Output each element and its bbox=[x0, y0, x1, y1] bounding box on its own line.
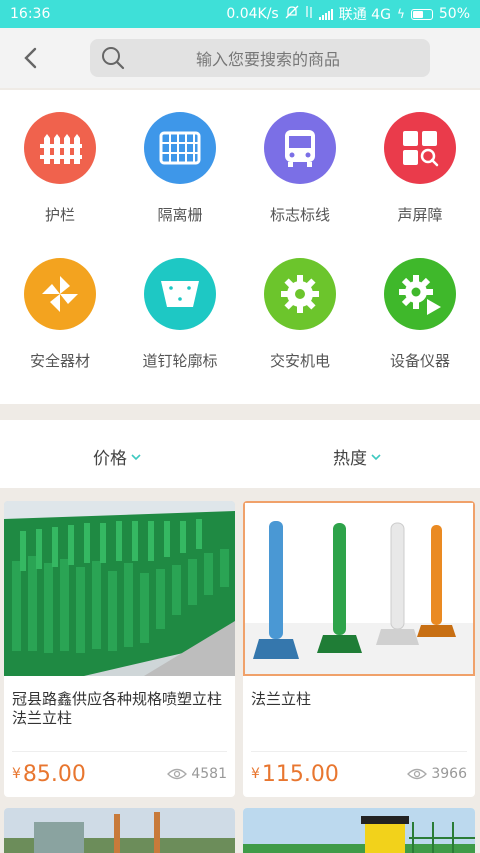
eye-icon bbox=[407, 768, 428, 780]
chevron-down-icon bbox=[371, 453, 381, 460]
product-image bbox=[4, 501, 235, 676]
product-image bbox=[243, 808, 475, 853]
category-traffic-electromech[interactable]: 交安机电 bbox=[240, 258, 360, 371]
fence-icon bbox=[24, 112, 96, 184]
bus-icon bbox=[264, 112, 336, 184]
view-count-value: 3966 bbox=[431, 766, 467, 782]
road-stud-icon bbox=[144, 258, 216, 330]
view-count: 4581 bbox=[167, 766, 227, 782]
search-icon bbox=[90, 45, 136, 71]
search-placeholder: 输入您要搜索的商品 bbox=[195, 50, 340, 69]
category-label: 交安机电 bbox=[269, 352, 330, 370]
category-sound-barrier[interactable]: 声屏障 bbox=[360, 112, 480, 225]
battery-icon bbox=[410, 8, 433, 20]
battery-percent: 50% bbox=[438, 6, 470, 22]
product-image bbox=[243, 501, 475, 676]
category-label: 标志标线 bbox=[269, 206, 330, 224]
back-button[interactable] bbox=[0, 28, 60, 88]
category-guardrail[interactable]: 护栏 bbox=[0, 112, 120, 225]
category-safety-equipment[interactable]: 安全器材 bbox=[0, 258, 120, 371]
sort-bar: 价格 热度 bbox=[0, 420, 480, 488]
chevron-left-icon bbox=[24, 47, 37, 69]
category-isolation-fence[interactable]: 隔离栅 bbox=[120, 112, 240, 225]
search-input[interactable]: 输入您要搜索的商品 bbox=[90, 39, 430, 77]
product-image bbox=[4, 808, 235, 853]
category-grid: 护栏 隔离栅 标志标线 声屏障 安全器材 道钉轮廓标 交安机电 设备仪器 bbox=[0, 90, 480, 404]
product-price: 85.00 bbox=[22, 761, 86, 787]
view-count-value: 4581 bbox=[191, 766, 227, 782]
gear-play-icon bbox=[384, 258, 456, 330]
signal-icon bbox=[318, 8, 333, 20]
category-road-studs[interactable]: 道钉轮廓标 bbox=[120, 258, 240, 371]
product-card[interactable] bbox=[4, 808, 235, 853]
view-count: 3966 bbox=[407, 766, 467, 782]
product-price: 115.00 bbox=[261, 761, 339, 787]
sort-hot-label: 热度 bbox=[333, 449, 367, 469]
eye-icon bbox=[167, 768, 188, 780]
sort-price-label: 价格 bbox=[93, 449, 127, 469]
currency-symbol: ¥ bbox=[12, 766, 21, 782]
category-label: 隔离栅 bbox=[157, 206, 203, 224]
product-card[interactable]: 法兰立柱 ¥ 115.00 3966 bbox=[243, 501, 475, 797]
category-label: 设备仪器 bbox=[389, 352, 450, 370]
status-time: 16:36 bbox=[10, 6, 51, 22]
currency-symbol: ¥ bbox=[251, 766, 260, 782]
category-label: 道钉轮廓标 bbox=[142, 352, 218, 370]
mute-icon bbox=[285, 5, 299, 23]
sort-hot-button[interactable]: 热度 bbox=[333, 444, 381, 469]
product-card[interactable] bbox=[243, 808, 475, 853]
product-card[interactable]: 冠县路鑫供应各种规格喷塑立柱法兰立柱 ¥ 85.00 4581 bbox=[4, 501, 235, 797]
network-speed: 0.04K/s bbox=[226, 6, 279, 22]
panel-search-icon bbox=[384, 112, 456, 184]
chevron-down-icon bbox=[131, 453, 141, 460]
category-label: 声屏障 bbox=[397, 206, 443, 224]
gear-icon bbox=[264, 258, 336, 330]
header: 输入您要搜索的商品 bbox=[0, 28, 480, 88]
data-arrows-icon bbox=[305, 5, 313, 23]
charging-icon: ϟ bbox=[396, 7, 405, 21]
category-signs-markings[interactable]: 标志标线 bbox=[240, 112, 360, 225]
grid-fence-icon bbox=[144, 112, 216, 184]
category-instruments[interactable]: 设备仪器 bbox=[360, 258, 480, 371]
category-label: 护栏 bbox=[44, 206, 75, 224]
pinwheel-icon bbox=[24, 258, 96, 330]
category-label: 安全器材 bbox=[29, 352, 90, 370]
product-title: 冠县路鑫供应各种规格喷塑立柱法兰立柱 bbox=[12, 690, 223, 727]
carrier-label: 联通 4G bbox=[338, 7, 391, 23]
product-title: 法兰立柱 bbox=[251, 690, 312, 708]
status-bar: 16:36 0.04K/s 联通 4G ϟ 50% bbox=[0, 0, 480, 28]
sort-price-button[interactable]: 价格 bbox=[93, 444, 141, 469]
